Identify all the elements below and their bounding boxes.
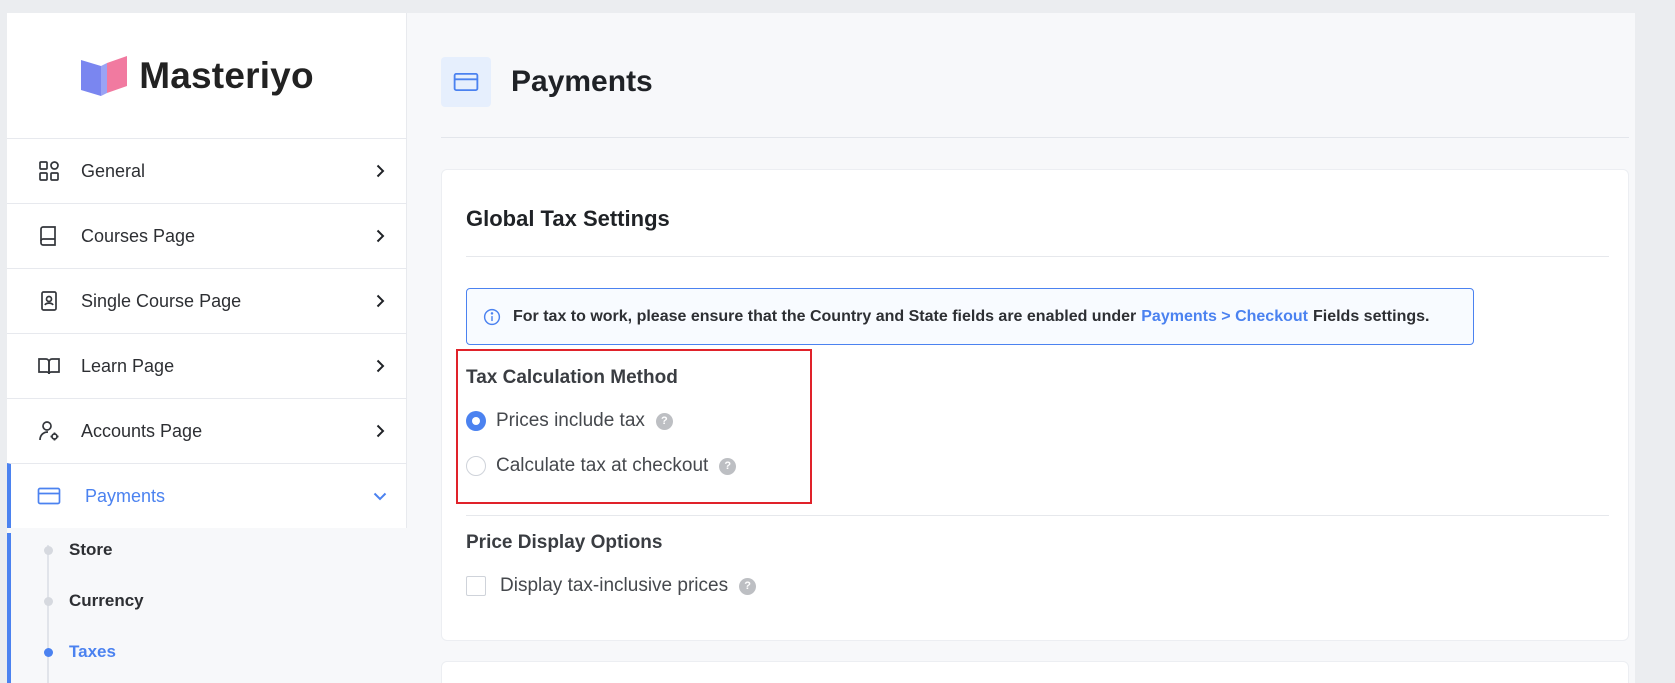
card-divider [466, 256, 1609, 257]
credit-card-icon [453, 72, 479, 92]
app-window: Masteriyo General Courses Page Single Co… [7, 13, 1635, 683]
sidebar-item-label: Learn Page [81, 355, 175, 376]
subnav-item-label: Taxes [69, 642, 116, 661]
global-tax-settings-card: Global Tax Settings For tax to work, ple… [441, 169, 1629, 641]
grid-icon [39, 161, 59, 181]
radio-button[interactable] [466, 456, 486, 476]
sidebar: Masteriyo General Courses Page Single Co… [7, 13, 407, 683]
radio-label: Calculate tax at checkout [496, 455, 709, 476]
sidebar-item-accounts-page[interactable]: Accounts Page [7, 398, 407, 463]
card-title: Global Tax Settings [466, 206, 670, 231]
subnav-item-label: Store [69, 540, 113, 559]
sidebar-item-learn-page[interactable]: Learn Page [7, 333, 407, 398]
chevron-right-icon [376, 164, 385, 178]
radio-calculate-tax-at-checkout[interactable]: Calculate tax at checkout ? [466, 455, 737, 477]
settings-nav: General Courses Page Single Course Page [7, 138, 407, 528]
contact-book-icon [41, 291, 57, 311]
sidebar-item-label: General [81, 160, 146, 181]
sidebar-item-general[interactable]: General [7, 138, 407, 203]
chevron-right-icon [376, 359, 385, 373]
subnav-dot [44, 545, 53, 555]
radio-label: Prices include tax [496, 410, 645, 431]
subnav-dot [44, 647, 53, 657]
tax-calculation-method-label: Tax Calculation Method [466, 367, 678, 388]
sidebar-item-single-course-page[interactable]: Single Course Page [7, 268, 407, 333]
help-icon[interactable]: ? [719, 457, 737, 475]
sidebar-item-label: Single Course Page [81, 290, 242, 311]
help-icon[interactable]: ? [655, 412, 673, 430]
main-content: Payments Global Tax Settings For tax to … [407, 13, 1635, 683]
header-icon-box [441, 57, 491, 107]
sidebar-item-payments[interactable]: Payments [7, 463, 407, 528]
brand-name: Masteriyo [139, 55, 314, 96]
next-settings-card [441, 661, 1629, 683]
payments-checkout-link[interactable]: Payments > Checkout [1141, 308, 1308, 326]
user-settings-icon [39, 421, 59, 441]
radio-prices-include-tax[interactable]: Prices include tax ? [466, 410, 673, 432]
page-title: Payments [511, 65, 653, 98]
checkbox-label: Display tax-inclusive prices [500, 575, 729, 596]
header-divider [441, 137, 1629, 138]
chevron-down-icon [373, 492, 387, 501]
chevron-right-icon [376, 294, 385, 308]
price-display-options-label: Price Display Options [466, 532, 663, 553]
page-header: Payments [441, 57, 653, 107]
sidebar-item-courses-page[interactable]: Courses Page [7, 203, 407, 268]
checkbox-display-tax-inclusive[interactable]: Display tax-inclusive prices ? [466, 575, 757, 597]
sidebar-item-label: Courses Page [81, 225, 196, 246]
credit-card-icon [37, 487, 61, 505]
subnav-dot [44, 596, 53, 606]
brand-logo[interactable]: Masteriyo [77, 54, 314, 98]
book-icon [40, 226, 56, 246]
payments-subnav: Store Currency Taxes [7, 533, 407, 683]
open-book-icon [38, 358, 60, 375]
chevron-right-icon [376, 424, 385, 438]
notice-text-before: For tax to work, please ensure that the … [513, 307, 1137, 325]
help-icon[interactable]: ? [739, 577, 757, 595]
chevron-right-icon [376, 229, 385, 243]
open-book-logo-icon [81, 56, 128, 96]
notice-text-after: Fields settings. [1312, 307, 1430, 325]
sidebar-item-label: Payments [85, 485, 166, 506]
checkbox[interactable] [466, 576, 486, 596]
subnav-track [47, 545, 49, 683]
section-divider [466, 515, 1609, 516]
radio-button-selected[interactable] [466, 411, 486, 431]
info-notice: For tax to work, please ensure that the … [466, 288, 1474, 345]
info-icon [483, 308, 501, 325]
logo-area: Masteriyo [7, 13, 407, 139]
sidebar-item-label: Accounts Page [81, 420, 203, 441]
subnav-item-label: Currency [69, 591, 144, 610]
